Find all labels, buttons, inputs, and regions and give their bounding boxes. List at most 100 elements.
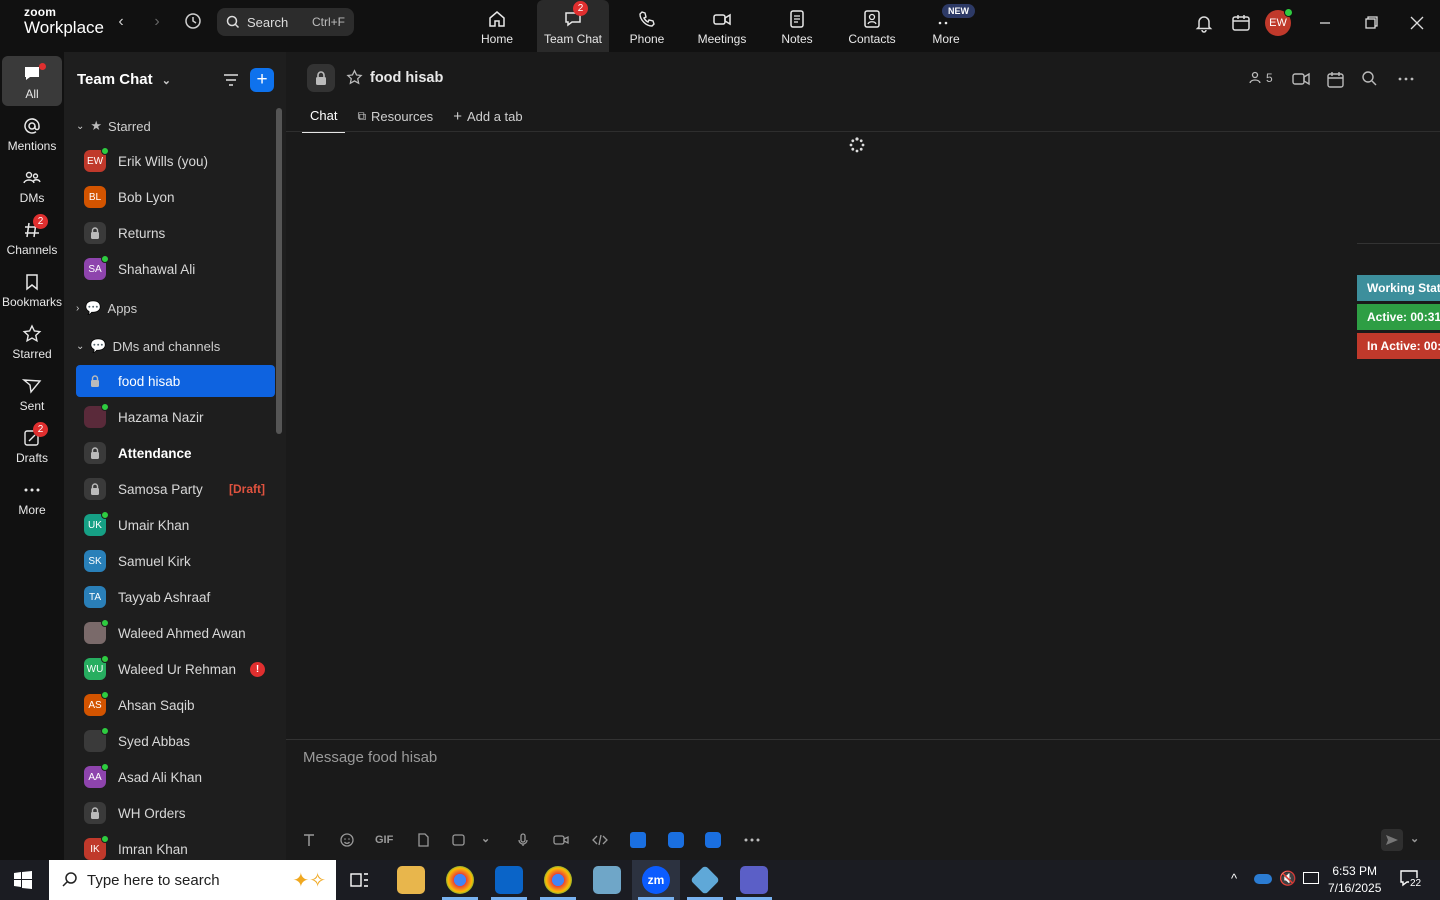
back-arrow-icon[interactable]: ‹ — [111, 12, 131, 32]
sidebar-item[interactable]: AS Ahsan Saqib — [76, 689, 275, 721]
sidebar-item[interactable]: SK Samuel Kirk — [76, 545, 275, 577]
calendar-icon[interactable] — [1230, 12, 1254, 36]
tab-label: Add a tab — [466, 109, 523, 124]
forward-arrow-icon[interactable]: › — [147, 12, 167, 32]
file-icon[interactable] — [415, 832, 433, 850]
video-call-icon[interactable] — [1291, 70, 1311, 91]
send-button[interactable] — [1381, 829, 1403, 851]
tab-team-chat[interactable]: Team Chat 2 — [537, 0, 609, 52]
clock-date: 7/16/2025 — [1328, 881, 1382, 895]
sidebar-item[interactable]: EW Erik Wills (you) — [76, 145, 275, 177]
tab-label: Meetings — [697, 32, 747, 46]
screenshot-icon[interactable] — [451, 832, 469, 850]
volume-muted-icon[interactable]: 🔇 — [1279, 870, 1296, 887]
sidebar-item[interactable]: Returns — [76, 217, 275, 249]
sidebar-item[interactable]: food hisab — [76, 365, 275, 397]
rail-item-sent[interactable]: Sent — [2, 368, 62, 418]
search-icon[interactable] — [1361, 70, 1378, 90]
teams-icon[interactable] — [740, 866, 768, 894]
history-icon[interactable] — [183, 12, 203, 32]
tab-more[interactable]: More NEW — [910, 0, 982, 52]
sidebar-item[interactable]: Attendance — [76, 437, 275, 469]
system-clock[interactable]: 6:53 PM 7/16/2025 — [1328, 863, 1381, 897]
members-button[interactable]: 5 — [1248, 70, 1273, 85]
network-icon[interactable] — [1303, 872, 1319, 884]
rail-item-drafts[interactable]: Drafts 2 — [2, 420, 62, 470]
bell-icon[interactable] — [1193, 12, 1217, 36]
taskbar-search[interactable]: Type here to search ✦✧ — [49, 860, 336, 900]
rail-item-channels[interactable]: Channels 2 — [2, 212, 62, 262]
star-outline-icon[interactable] — [346, 69, 363, 91]
section-starred[interactable]: ⌄ ★ Starred — [76, 118, 151, 134]
message-input[interactable]: Message food hisab — [303, 749, 437, 766]
microphone-icon[interactable] — [515, 832, 533, 850]
file-explorer-icon[interactable] — [397, 866, 425, 894]
rail-item-more[interactable]: More — [2, 472, 62, 522]
emoji-icon[interactable] — [339, 832, 357, 850]
section-dms-and-channels[interactable]: ⌄ 💬 DMs and channels — [76, 338, 220, 354]
gif-button[interactable]: GIF — [375, 834, 397, 852]
chevron-down-icon[interactable]: ⌄ — [1410, 832, 1428, 850]
task-view-icon[interactable] — [350, 871, 370, 894]
tab-notes[interactable]: Notes — [761, 0, 833, 52]
chevron-down-icon[interactable]: ⌄ — [481, 832, 499, 850]
filter-icon[interactable] — [222, 71, 240, 94]
zoom-app-icon[interactable]: zm — [642, 866, 670, 894]
notification-center-icon[interactable]: 22 — [1399, 869, 1423, 891]
section-apps[interactable]: › 💬 Apps — [76, 300, 137, 316]
tab-contacts[interactable]: Contacts — [836, 0, 908, 52]
chrome-profile-icon[interactable] — [544, 866, 572, 894]
sidebar-item[interactable]: Hazama Nazir — [76, 401, 275, 433]
widget-handle[interactable] — [1357, 243, 1440, 269]
sidebar-title[interactable]: Team Chat ⌄ — [77, 71, 171, 88]
user-avatar[interactable]: EW — [1265, 8, 1293, 36]
sidebar-scrollbar[interactable] — [276, 108, 282, 434]
online-status-dot — [101, 727, 109, 735]
sidebar-item[interactable]: WU Waleed Ur Rehman! — [76, 653, 275, 685]
sidebar-item[interactable]: SA Shahawal Ali — [76, 253, 275, 285]
sidebar-item[interactable]: Syed Abbas — [76, 725, 275, 757]
onedrive-icon[interactable] — [1254, 874, 1272, 884]
text-format-icon[interactable] — [301, 832, 319, 850]
sidebar-item[interactable]: WH Orders — [76, 797, 275, 829]
tab-home[interactable]: Home — [461, 0, 533, 52]
app-icon-diamond[interactable] — [690, 865, 720, 895]
search-box[interactable]: Search Ctrl+F — [217, 8, 354, 36]
tab-meetings[interactable]: Meetings — [686, 0, 758, 52]
rail-item-starred[interactable]: Starred — [2, 316, 62, 366]
close-icon[interactable] — [1406, 12, 1430, 36]
new-chat-button[interactable]: + — [250, 68, 274, 92]
chevron-up-icon[interactable]: ^ — [1231, 871, 1237, 886]
sidebar-item[interactable]: Waleed Ahmed Awan — [76, 617, 275, 649]
tab-phone[interactable]: Phone — [611, 0, 683, 52]
rail-item-mentions[interactable]: Mentions — [2, 108, 62, 158]
app-docs-icon[interactable] — [630, 832, 646, 848]
tab-add[interactable]: + Add a tab — [445, 108, 530, 133]
minimize-icon[interactable] — [1314, 12, 1338, 36]
app-icon[interactable] — [593, 866, 621, 894]
sidebar-item[interactable]: TA Tayyab Ashraaf — [76, 581, 275, 613]
tab-resources[interactable]: ⧉ Resources — [349, 108, 441, 133]
rail-label: DMs — [19, 191, 45, 205]
rail-item-bookmarks[interactable]: Bookmarks — [2, 264, 62, 314]
channel-title[interactable]: food hisab — [370, 70, 443, 86]
rail-item-all[interactable]: All — [2, 56, 62, 106]
sidebar-item[interactable]: UK Umair Khan — [76, 509, 275, 541]
more-options-icon[interactable] — [1396, 70, 1416, 90]
sidebar-item[interactable]: AA Asad Ali Khan — [76, 761, 275, 793]
calendar-icon[interactable] — [1326, 70, 1345, 92]
working-status-title[interactable]: Working Stat — [1357, 275, 1440, 301]
sidebar-item[interactable]: Samosa Party [Draft] — [76, 473, 275, 505]
more-apps-icon[interactable] — [743, 832, 761, 850]
rail-item-dms[interactable]: DMs — [2, 160, 62, 210]
chrome-icon[interactable] — [446, 866, 474, 894]
sidebar-item[interactable]: BL Bob Lyon — [76, 181, 275, 213]
tab-chat[interactable]: Chat — [302, 108, 346, 133]
outlook-icon[interactable] — [495, 866, 523, 894]
restore-icon[interactable] — [1360, 12, 1384, 36]
video-message-icon[interactable] — [552, 832, 570, 850]
windows-start-icon[interactable] — [14, 871, 32, 894]
app-zoom-icon[interactable] — [668, 832, 684, 848]
code-icon[interactable] — [591, 832, 609, 850]
app-chat-icon[interactable] — [705, 832, 721, 848]
